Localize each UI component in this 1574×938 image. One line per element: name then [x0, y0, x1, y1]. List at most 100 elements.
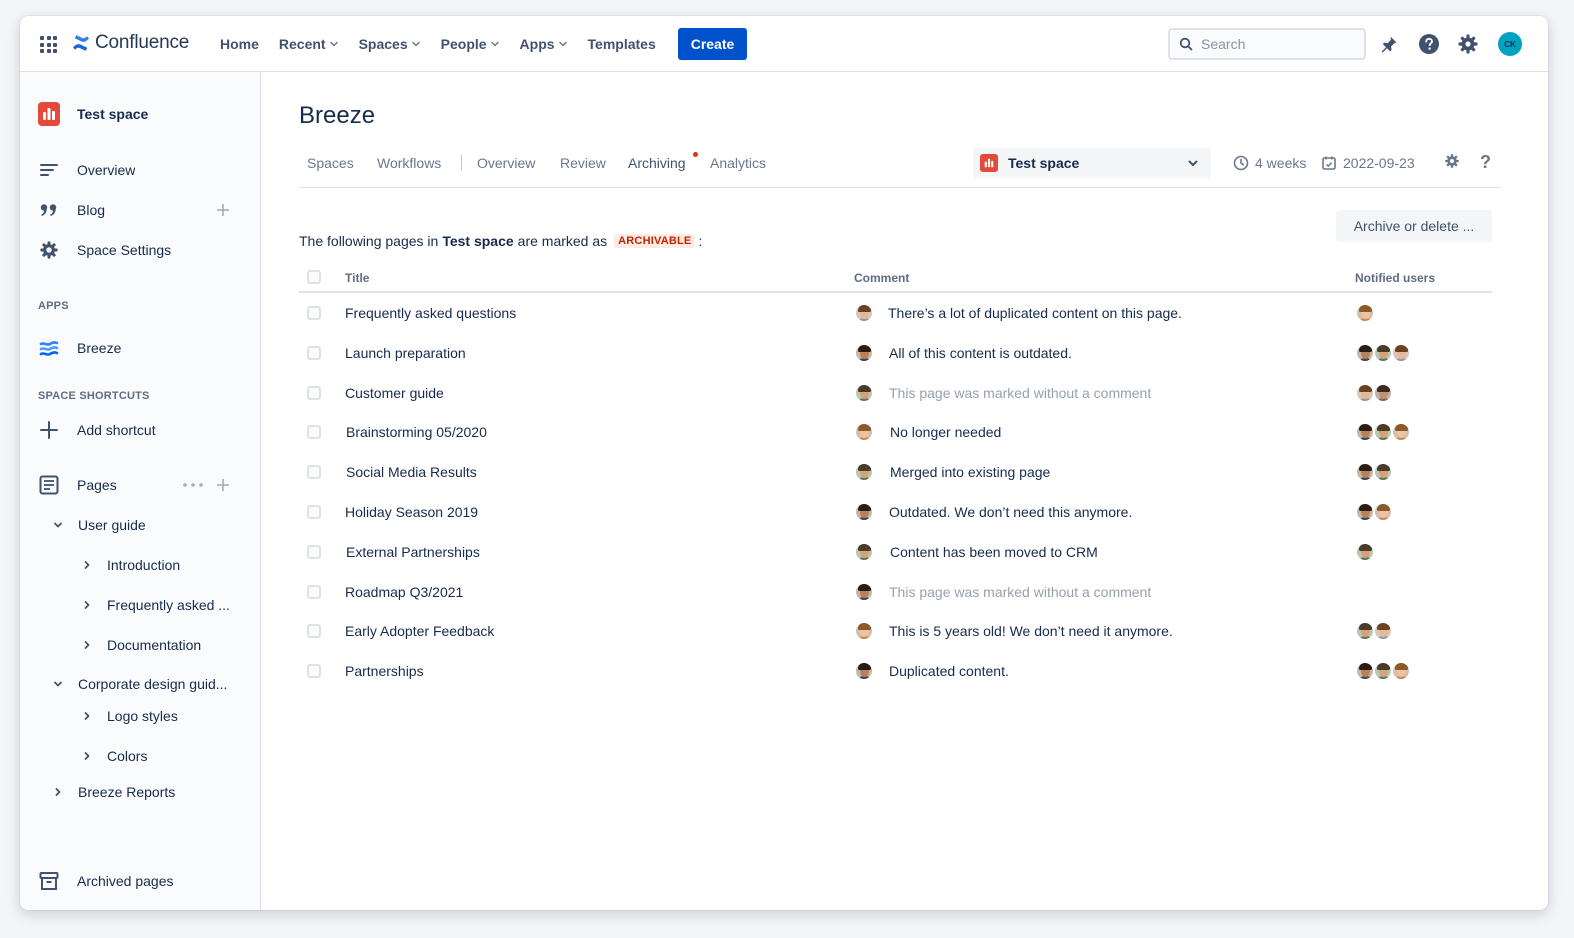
config-gear-icon[interactable]: [1444, 153, 1466, 169]
page-tree-item[interactable]: Introduction: [20, 553, 261, 577]
nav-templates[interactable]: Templates: [578, 16, 666, 72]
page-tree-item[interactable]: Logo styles: [20, 704, 261, 728]
page-title-cell[interactable]: Partnerships: [345, 663, 424, 679]
archive-or-delete-button[interactable]: Archive or delete ...: [1336, 210, 1492, 242]
chevron-right-icon[interactable]: [50, 784, 66, 800]
question-icon[interactable]: ?: [1480, 152, 1491, 173]
table-row[interactable]: Brainstorming 05/2020 No longer needed: [299, 412, 1492, 452]
nav-apps[interactable]: Apps: [510, 16, 578, 72]
date-filter[interactable]: 2022-09-23: [1321, 155, 1415, 171]
row-checkbox[interactable]: [307, 624, 321, 639]
notified-users[interactable]: [1355, 541, 1375, 562]
add-shortcut-button[interactable]: Add shortcut: [20, 418, 261, 442]
archived-pages-link[interactable]: Archived pages: [20, 869, 261, 893]
nav-home[interactable]: Home: [210, 16, 269, 72]
page-title-cell[interactable]: Brainstorming 05/2020: [346, 424, 487, 440]
tab-archiving[interactable]: Archiving: [628, 155, 686, 171]
commenter-avatar: [854, 661, 874, 682]
row-checkbox[interactable]: [307, 584, 321, 599]
table-row[interactable]: Social Media Results Merged into existing…: [299, 452, 1492, 492]
commenter-avatar: [854, 422, 874, 443]
chevron-down-icon[interactable]: [50, 517, 66, 533]
notified-users[interactable]: [1355, 501, 1393, 522]
table-row[interactable]: Frequently asked questions There’s a lot …: [299, 293, 1492, 333]
confluence-logo[interactable]: Confluence: [71, 32, 189, 54]
table-row[interactable]: Roadmap Q3/2021 This page was marked with…: [299, 572, 1492, 612]
page-title-cell[interactable]: Early Adopter Feedback: [345, 623, 494, 639]
tab-analytics[interactable]: Analytics: [710, 155, 766, 171]
page-title-cell[interactable]: Launch preparation: [345, 345, 466, 361]
notified-users[interactable]: [1355, 621, 1393, 642]
tab-overview[interactable]: Overview: [477, 155, 535, 171]
page-title-cell[interactable]: Customer guide: [345, 385, 444, 401]
page-title-cell[interactable]: Social Media Results: [346, 464, 477, 480]
settings-icon[interactable]: [1456, 32, 1480, 56]
chevron-right-icon[interactable]: [79, 597, 95, 613]
page-tree-item[interactable]: Documentation: [20, 633, 261, 657]
tab-spaces[interactable]: Spaces: [307, 155, 354, 171]
row-checkbox[interactable]: [307, 504, 321, 519]
sidebar-item-overview[interactable]: Overview: [20, 158, 261, 182]
chevron-right-icon[interactable]: [79, 637, 95, 653]
sidebar-item-blog[interactable]: Blog: [20, 198, 261, 222]
tab-review[interactable]: Review: [560, 155, 606, 171]
nav-people[interactable]: People: [431, 16, 510, 72]
row-checkbox[interactable]: [307, 465, 321, 480]
add-blog-icon[interactable]: [217, 204, 229, 216]
space-select[interactable]: Test space: [973, 148, 1211, 178]
table-row[interactable]: Partnerships Duplicated content.: [299, 651, 1492, 691]
row-checkbox[interactable]: [307, 345, 321, 360]
notifications-icon[interactable]: [1377, 32, 1401, 56]
search-input[interactable]: [1201, 36, 1351, 52]
search-box[interactable]: [1168, 28, 1366, 60]
chevron-right-icon[interactable]: [79, 708, 95, 724]
page-title-cell[interactable]: Roadmap Q3/2021: [345, 584, 463, 600]
chevron-down-icon: [490, 41, 499, 47]
row-checkbox[interactable]: [307, 425, 321, 440]
page-tree-item[interactable]: Frequently asked ...: [20, 593, 261, 617]
page-tree-item[interactable]: User guide: [20, 513, 261, 537]
sidebar-item-breeze[interactable]: Breeze: [20, 336, 261, 360]
chevron-right-icon[interactable]: [79, 557, 95, 573]
row-checkbox[interactable]: [307, 544, 321, 559]
table-row[interactable]: Launch preparation All of this content is…: [299, 333, 1492, 373]
space-header[interactable]: Test space: [20, 102, 261, 126]
sidebar-item-space-settings[interactable]: Space Settings: [20, 238, 261, 262]
sidebar-item-label: Space Settings: [77, 242, 172, 258]
row-checkbox[interactable]: [307, 385, 321, 400]
select-all-checkbox[interactable]: [307, 270, 321, 284]
page-title-cell[interactable]: Holiday Season 2019: [345, 504, 478, 520]
nav-spaces[interactable]: Spaces: [349, 16, 431, 72]
main-content: Breeze Spaces Workflows Overview Review …: [262, 72, 1548, 910]
table-row[interactable]: External Partnerships Content has been mo…: [299, 532, 1492, 572]
page-tree-item[interactable]: Colors: [20, 744, 261, 768]
table-header: Title Comment Notified users: [299, 264, 1492, 293]
period-filter[interactable]: 4 weeks: [1233, 155, 1306, 171]
notified-users[interactable]: [1355, 462, 1393, 483]
row-checkbox[interactable]: [307, 306, 321, 320]
chevron-right-icon[interactable]: [79, 748, 95, 764]
page-tree-item[interactable]: Breeze Reports: [20, 780, 261, 804]
notified-users[interactable]: [1355, 422, 1411, 443]
sidebar-item-pages[interactable]: Pages: [20, 473, 261, 497]
notified-users[interactable]: [1355, 303, 1375, 323]
tab-workflows[interactable]: Workflows: [377, 155, 441, 171]
notified-users[interactable]: [1355, 661, 1411, 682]
notified-users[interactable]: [1355, 342, 1411, 363]
table-row[interactable]: Holiday Season 2019 Outdated. We don’t ne…: [299, 492, 1492, 532]
page-title-cell[interactable]: External Partnerships: [346, 544, 480, 560]
page-title-cell[interactable]: Frequently asked questions: [345, 305, 516, 321]
page-tree-item[interactable]: Corporate design guid...: [20, 672, 261, 696]
user-avatar[interactable]: CK: [1498, 32, 1522, 56]
add-page-icon[interactable]: [217, 479, 229, 491]
create-button[interactable]: Create: [678, 28, 747, 60]
row-checkbox[interactable]: [307, 664, 321, 679]
nav-recent[interactable]: Recent: [269, 16, 349, 72]
notified-users[interactable]: [1355, 382, 1393, 403]
table-row[interactable]: Customer guide This page was marked witho…: [299, 373, 1492, 413]
more-icon[interactable]: [183, 483, 203, 487]
app-switcher-icon[interactable]: [40, 36, 57, 53]
table-row[interactable]: Early Adopter Feedback This is 5 years ol…: [299, 611, 1492, 651]
help-icon[interactable]: [1417, 32, 1441, 56]
chevron-down-icon[interactable]: [50, 676, 66, 692]
